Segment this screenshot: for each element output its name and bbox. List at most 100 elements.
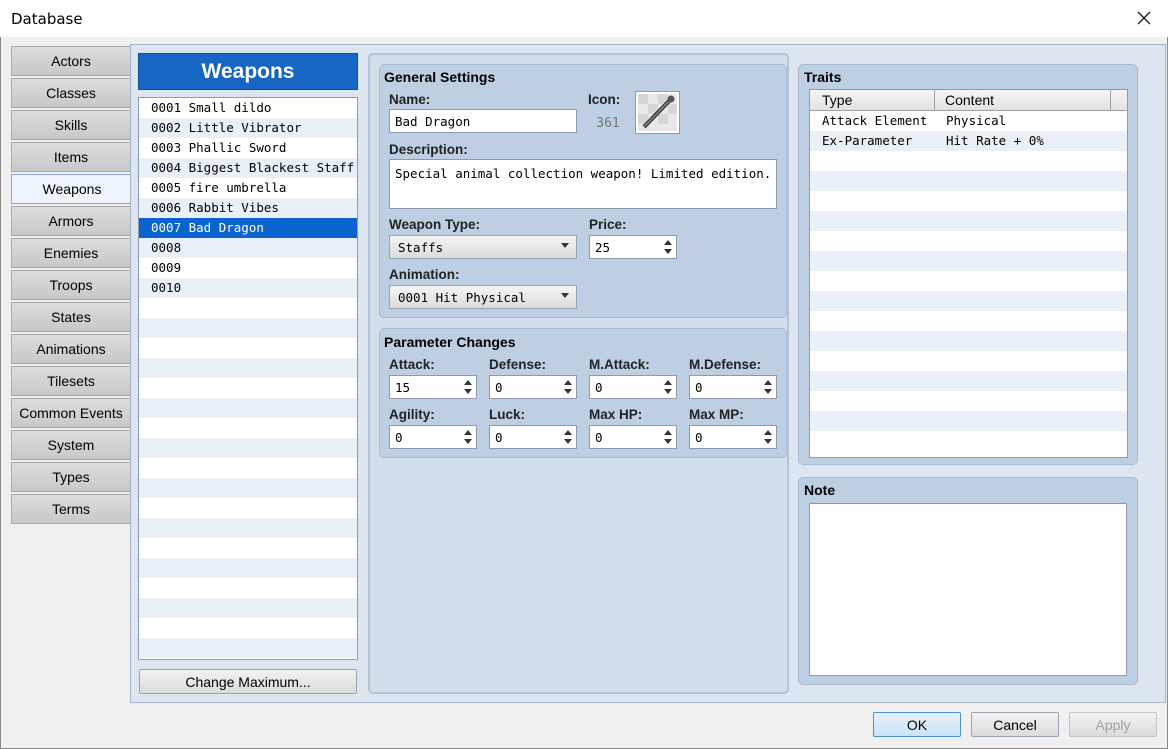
animation-value: 0001 Hit Physical <box>398 289 526 305</box>
traits-table[interactable]: Type Content Attack Element Physical Ex-Pa… <box>809 89 1128 458</box>
spin-arrows-icon[interactable] <box>564 379 572 395</box>
param-label: M.Defense: <box>689 357 762 372</box>
tab-common-events[interactable]: Common Events <box>11 398 131 428</box>
list-header: Weapons <box>138 53 358 90</box>
change-maximum-button[interactable]: Change Maximum... <box>139 669 357 694</box>
spin-arrows-icon[interactable] <box>764 429 772 445</box>
param-stepper[interactable]: 15 <box>389 375 477 399</box>
param-stepper[interactable]: 0 <box>689 425 777 449</box>
apply-button[interactable]: Apply <box>1069 712 1157 737</box>
trait-row-empty[interactable] <box>810 211 1127 231</box>
list-item-empty <box>139 638 357 658</box>
param-label: Agility: <box>389 407 435 422</box>
trait-row-empty[interactable] <box>810 231 1127 251</box>
traits-title: Traits <box>804 69 842 85</box>
param-stepper[interactable]: 0 <box>489 375 577 399</box>
list-item-empty <box>139 438 357 458</box>
price-stepper[interactable]: 25 <box>589 235 677 259</box>
param-value: 0 <box>495 379 503 395</box>
list-item-empty <box>139 398 357 418</box>
trait-row-empty[interactable] <box>810 411 1127 431</box>
list-item[interactable]: 0003 Phallic Sword <box>139 138 357 158</box>
close-icon[interactable] <box>1134 8 1154 28</box>
param-label: Defense: <box>489 357 547 372</box>
param-value: 15 <box>395 379 411 395</box>
trait-row-empty[interactable] <box>810 171 1127 191</box>
spin-arrows-icon[interactable] <box>764 379 772 395</box>
param-value: 0 <box>395 429 403 445</box>
list-item[interactable]: 0008 <box>139 238 357 258</box>
trait-row-empty[interactable] <box>810 271 1127 291</box>
trait-row-empty[interactable] <box>810 191 1127 211</box>
weapon-type-label: Weapon Type: <box>389 217 481 232</box>
spin-arrows-icon[interactable] <box>564 429 572 445</box>
tab-system[interactable]: System <box>11 430 131 460</box>
spin-arrows-icon[interactable] <box>664 429 672 445</box>
param-stepper[interactable]: 0 <box>589 375 677 399</box>
trait-row-empty[interactable] <box>810 251 1127 271</box>
list-item[interactable]: 0004 Biggest Blackest Staff <box>139 158 357 178</box>
spin-arrows-icon[interactable] <box>464 429 472 445</box>
tab-types[interactable]: Types <box>11 462 131 492</box>
icon-picker[interactable] <box>635 91 680 134</box>
traits-col-content: Content <box>945 92 995 108</box>
tab-classes[interactable]: Classes <box>11 78 131 108</box>
list-item-empty <box>139 378 357 398</box>
param-stepper[interactable]: 0 <box>489 425 577 449</box>
spin-arrows-icon[interactable] <box>664 239 672 255</box>
category-tabs: Actors Classes Skills Items Weapons Armors Ene… <box>11 46 132 526</box>
list-item[interactable]: 0001 Small dildo <box>139 98 357 118</box>
param-stepper[interactable]: 0 <box>589 425 677 449</box>
animation-dropdown[interactable]: 0001 Hit Physical <box>389 285 577 309</box>
list-item-empty <box>139 478 357 498</box>
trait-row[interactable]: Attack Element Physical <box>810 111 1127 131</box>
tab-weapons[interactable]: Weapons <box>11 174 132 204</box>
list-item[interactable]: 0010 <box>139 278 357 298</box>
title-bar: Database <box>0 0 1168 37</box>
list-item-empty <box>139 498 357 518</box>
ok-button[interactable]: OK <box>873 712 961 737</box>
tab-animations[interactable]: Animations <box>11 334 131 364</box>
spin-arrows-icon[interactable] <box>664 379 672 395</box>
tab-actors[interactable]: Actors <box>11 46 131 76</box>
price-label: Price: <box>589 217 627 232</box>
tab-enemies[interactable]: Enemies <box>11 238 131 268</box>
tab-terms[interactable]: Terms <box>11 494 131 524</box>
param-stepper[interactable]: 0 <box>389 425 477 449</box>
trait-row-empty[interactable] <box>810 151 1127 171</box>
tab-tilesets[interactable]: Tilesets <box>11 366 131 396</box>
list-item[interactable]: 0005 fire umbrella <box>139 178 357 198</box>
param-label: Max MP: <box>689 407 744 422</box>
trait-row-empty[interactable] <box>810 431 1127 451</box>
animation-label: Animation: <box>389 267 460 282</box>
note-textarea[interactable] <box>809 503 1127 676</box>
trait-row-empty[interactable] <box>810 331 1127 351</box>
description-field[interactable]: Special animal collection weapon! Limite… <box>389 159 777 209</box>
trait-row-empty[interactable] <box>810 371 1127 391</box>
tab-states[interactable]: States <box>11 302 131 332</box>
cancel-button[interactable]: Cancel <box>971 712 1059 737</box>
parameter-changes-title: Parameter Changes <box>384 334 516 350</box>
weapon-list[interactable]: 0001 Small dildo 0002 Little Vibrator 0003… <box>138 97 358 660</box>
spin-arrows-icon[interactable] <box>464 379 472 395</box>
tab-items[interactable]: Items <box>11 142 131 172</box>
trait-content: Hit Rate + 0% <box>946 133 1044 148</box>
list-item[interactable]: 0006 Rabbit Vibes <box>139 198 357 218</box>
list-item[interactable]: 0007 Bad Dragon <box>139 218 357 238</box>
list-item[interactable]: 0009 <box>139 258 357 278</box>
tab-skills[interactable]: Skills <box>11 110 131 140</box>
list-item-empty <box>139 518 357 538</box>
list-item[interactable]: 0002 Little Vibrator <box>139 118 357 138</box>
trait-row-empty[interactable] <box>810 351 1127 371</box>
price-value: 25 <box>595 239 611 255</box>
trait-row-empty[interactable] <box>810 311 1127 331</box>
trait-row-empty[interactable] <box>810 291 1127 311</box>
list-item-empty <box>139 598 357 618</box>
tab-armors[interactable]: Armors <box>11 206 131 236</box>
weapon-type-dropdown[interactable]: Staffs <box>389 235 577 259</box>
trait-row-empty[interactable] <box>810 391 1127 411</box>
trait-row[interactable]: Ex-Parameter Hit Rate + 0% <box>810 131 1127 151</box>
param-stepper[interactable]: 0 <box>689 375 777 399</box>
tab-troops[interactable]: Troops <box>11 270 131 300</box>
name-field[interactable]: Bad Dragon <box>389 109 577 133</box>
